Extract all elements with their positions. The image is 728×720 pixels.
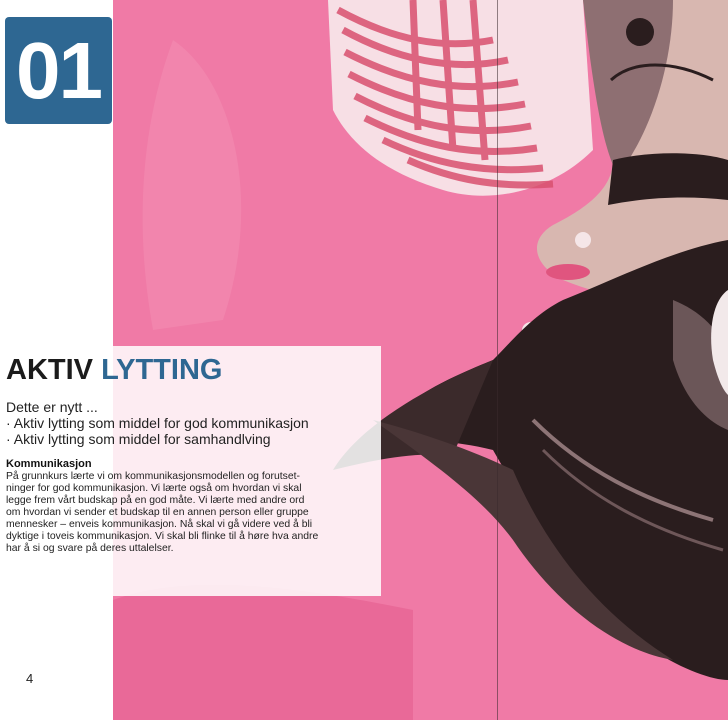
body-line: har å si og svare på deres uttalelser.: [6, 543, 174, 554]
body-line: legge frem vårt budskap på en god måte. …: [6, 495, 305, 506]
body-text: På grunnkurs lærte vi om kommunikasjonsm…: [6, 471, 366, 555]
intro-lead: Dette er nytt ...: [6, 399, 98, 415]
section-heading: Kommunikasjon: [6, 458, 92, 470]
page-title: AKTIV LYTTING: [6, 354, 222, 387]
intro-item: · Aktiv lytting som middel for god kommu…: [6, 415, 309, 431]
title-part2: LYTTING: [101, 354, 223, 386]
intro-item: · Aktiv lytting som middel for samhandlv…: [6, 431, 271, 447]
body-line: om hvordan vi sender et budskap til en a…: [6, 507, 309, 518]
body-line: På grunnkurs lærte vi om kommunikasjonsm…: [6, 471, 300, 482]
chapter-badge: 01: [5, 17, 112, 124]
chapter-number: 01: [16, 25, 103, 115]
body-line: dyktige i toveis kommunikasjon. Vi skal …: [6, 531, 319, 542]
page-number: 4: [26, 671, 34, 686]
title-part1: AKTIV: [6, 354, 93, 386]
body-line: ninger for god kommunikasjon. Vi lærte o…: [6, 483, 302, 494]
page-fold: [497, 0, 498, 720]
intro: Dette er nytt ... · Aktiv lytting som mi…: [6, 399, 309, 447]
body-line: mennesker – enveis kommunikasjon. Nå ska…: [6, 519, 313, 530]
